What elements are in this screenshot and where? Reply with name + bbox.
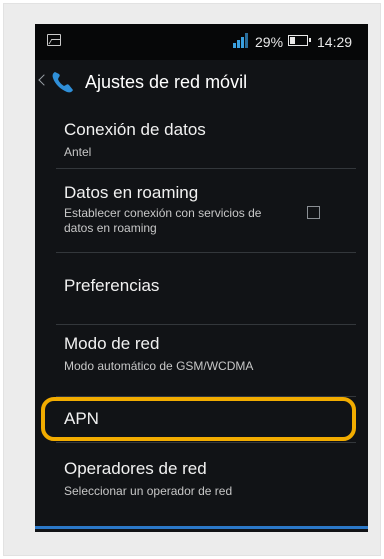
apn-highlight-outline — [41, 397, 356, 441]
battery-percent: 29% — [255, 34, 284, 50]
battery-fill — [290, 37, 296, 44]
menu-item-modo-red[interactable]: Modo de red Modo automático de GSM/WCDMA — [35, 325, 368, 396]
item-title: Conexión de datos — [64, 120, 206, 139]
item-subtitle: Seleccionar un operador de red — [64, 484, 233, 498]
item-title: Modo de red — [64, 334, 160, 353]
phone-screen: 29% 14:29 Ajustes de red móvil Conexión … — [35, 24, 368, 532]
menu-item-operadores-red[interactable]: Operadores de red Seleccionar un operado… — [35, 443, 368, 525]
roaming-checkbox[interactable] — [307, 206, 320, 219]
item-subtitle: Antel — [64, 145, 92, 159]
item-subtitle: Establecer conexión con servicios de dat… — [64, 206, 262, 235]
action-bar: Ajustes de red móvil — [35, 60, 368, 106]
item-title: Operadores de red — [64, 459, 207, 478]
screenshot-frame: 29% 14:29 Ajustes de red móvil Conexión … — [3, 3, 381, 556]
scroll-edge-line — [35, 526, 368, 529]
item-subtitle: Modo automático de GSM/WCDMA — [64, 359, 254, 373]
item-title: Preferencias — [64, 276, 160, 295]
item-title: Datos en roaming — [64, 183, 199, 202]
phone-icon[interactable] — [49, 68, 77, 96]
signal-icon — [233, 33, 249, 48]
menu-item-conexion-datos[interactable]: Conexión de datos Antel — [35, 106, 368, 168]
page-title: Ajustes de red móvil — [85, 72, 248, 92]
battery-icon — [288, 35, 311, 46]
picture-notification-icon — [47, 34, 61, 46]
status-bar: 29% 14:29 — [35, 24, 368, 60]
menu-item-preferencias[interactable]: Preferencias — [35, 253, 368, 324]
clock: 14:29 — [317, 34, 353, 50]
back-icon[interactable] — [38, 74, 50, 86]
